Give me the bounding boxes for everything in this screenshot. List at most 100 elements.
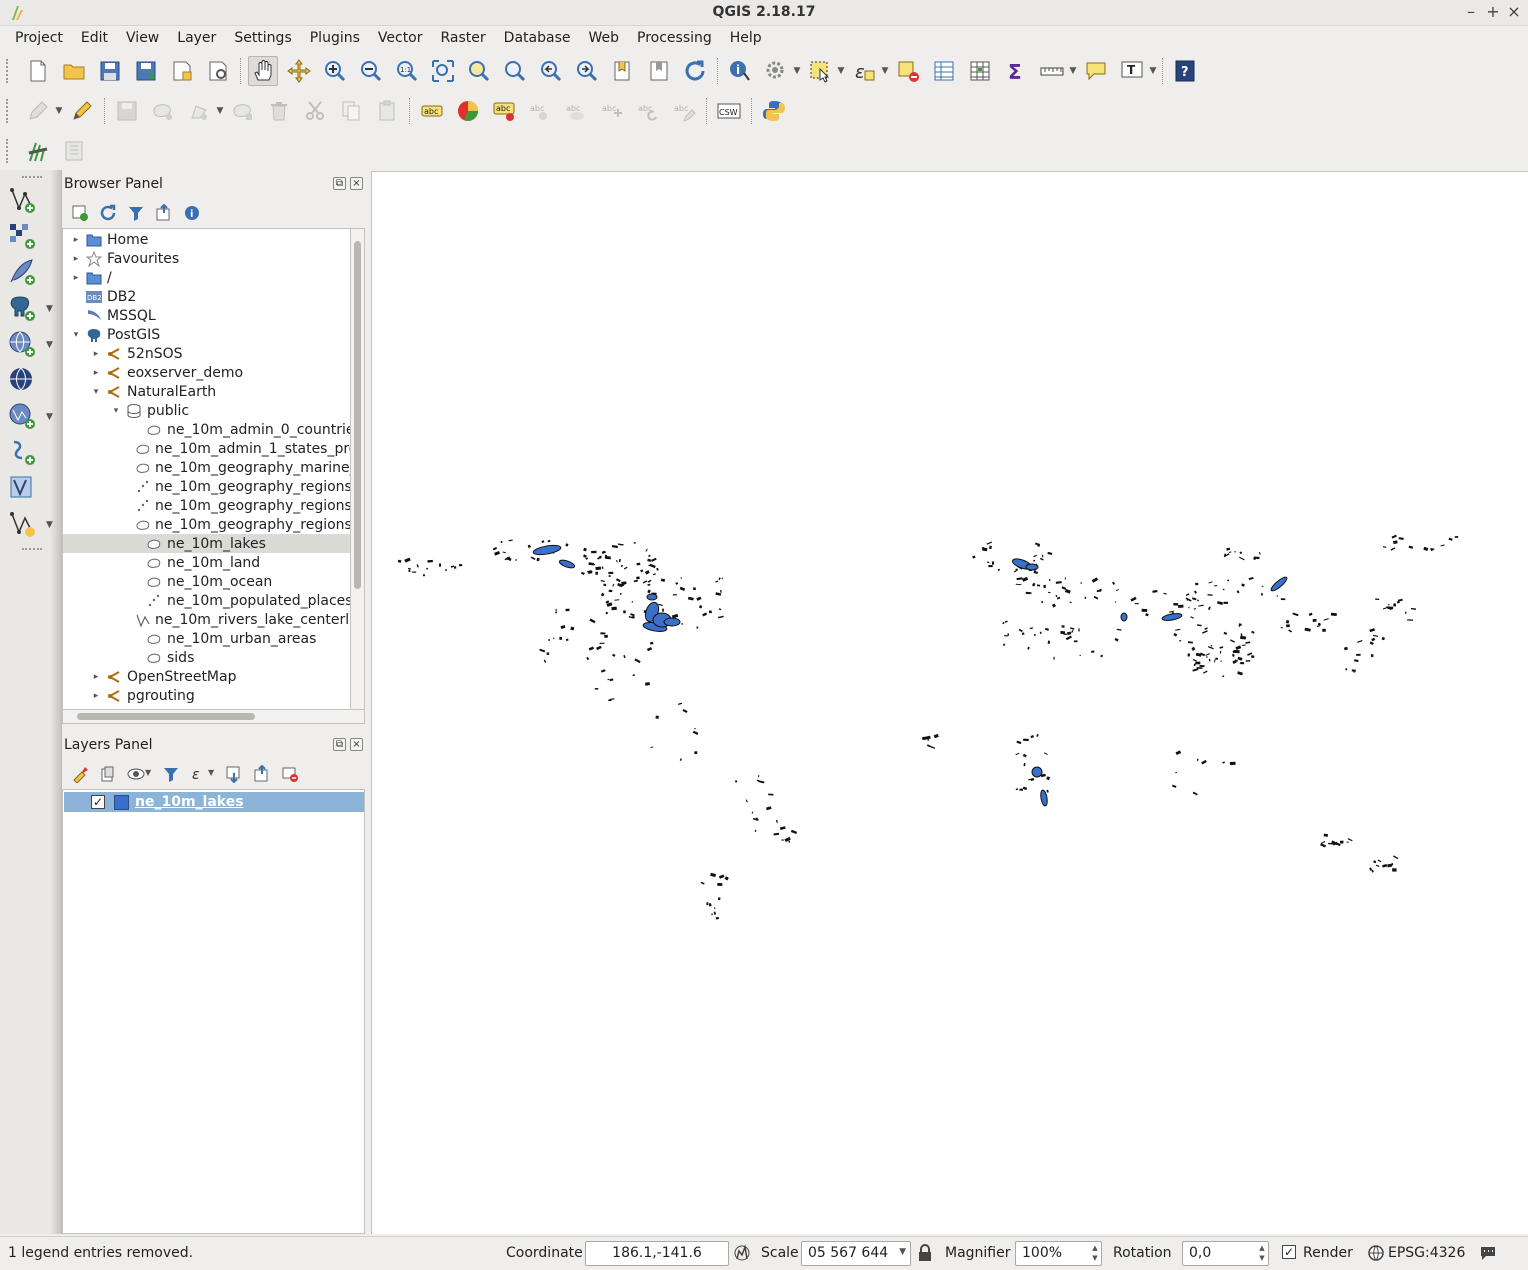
current-edits-icon[interactable] (23, 96, 53, 126)
tree-item[interactable]: ne_10m_urban_areas (63, 629, 350, 648)
layers-list[interactable]: ✓ ne_10m_lakes (62, 789, 365, 1234)
layer-name[interactable]: ne_10m_lakes (135, 794, 244, 810)
tree-item[interactable]: ne_10m_populated_places (63, 591, 350, 610)
map-tips-icon[interactable] (1081, 56, 1111, 86)
zoom-native-icon[interactable]: 1:1 (392, 56, 422, 86)
show-hide-labels-icon[interactable]: abc (525, 96, 555, 126)
add-wcs-layer-icon[interactable] (0, 362, 62, 398)
add-raster-layer-icon[interactable] (0, 218, 62, 254)
chevron-down-icon[interactable]: ▼ (215, 96, 225, 126)
layer-row-ne-10m-lakes[interactable]: ✓ ne_10m_lakes (64, 792, 364, 812)
browser-horizontal-scrollbar[interactable] (62, 710, 365, 724)
deselect-icon[interactable] (893, 56, 923, 86)
select-by-expression-icon[interactable]: ε (849, 56, 879, 86)
add-wfs-layer-icon[interactable]: ▼ (0, 398, 62, 434)
menu-processing[interactable]: Processing (628, 27, 721, 51)
grass-tools-icon[interactable] (23, 136, 53, 166)
pin-labels-icon[interactable]: abc (489, 96, 519, 126)
add-vector-layer-icon[interactable] (0, 182, 62, 218)
layer-visibility-checkbox[interactable]: ✓ (91, 795, 105, 809)
tree-item[interactable]: ▾ PostGIS (63, 325, 350, 344)
add-wms-layer-icon[interactable]: ▼ (0, 326, 62, 362)
open-project-icon[interactable] (59, 56, 89, 86)
attribute-table-icon[interactable] (929, 56, 959, 86)
tree-item[interactable]: ne_10m_ocean (63, 572, 350, 591)
manage-visibility-icon[interactable]: ▼ (125, 763, 151, 785)
help-icon[interactable]: ? (1170, 56, 1200, 86)
action-icon[interactable] (761, 56, 791, 86)
info-icon[interactable]: i (181, 202, 203, 224)
menu-plugins[interactable]: Plugins (301, 27, 369, 51)
identify-icon[interactable]: i (725, 56, 755, 86)
zoom-last-icon[interactable] (536, 56, 566, 86)
zoom-to-selection-icon[interactable] (464, 56, 494, 86)
save-as-icon[interactable] (131, 56, 161, 86)
chevron-down-icon[interactable]: ▼ (54, 96, 64, 126)
tree-item[interactable]: ne_10m_geography_regions_polys (63, 515, 350, 534)
filter-icon[interactable] (125, 202, 147, 224)
tree-item[interactable]: ne_10m_rivers_lake_centerlines (63, 610, 350, 629)
expand-arrow-icon[interactable]: ▸ (91, 349, 101, 359)
menu-view[interactable]: View (117, 27, 168, 51)
coordinate-field[interactable]: 186.1,-141.6 (585, 1241, 729, 1266)
new-shapefile-layer-icon[interactable]: ▼ (0, 506, 62, 542)
tree-item[interactable]: ▸ OpenStreetMap (63, 667, 350, 686)
save-edits-icon[interactable] (112, 96, 142, 126)
add-delimited-text-layer-icon[interactable] (0, 434, 62, 470)
remove-layer-icon[interactable] (279, 763, 301, 785)
text-annotation-icon[interactable]: T (1117, 56, 1147, 86)
collapse-all-icon[interactable] (153, 202, 175, 224)
tree-item[interactable]: MSSQL (63, 306, 350, 325)
show-bookmarks-icon[interactable] (644, 56, 674, 86)
scrollbar-thumb[interactable] (354, 241, 361, 589)
refresh-icon[interactable] (680, 56, 710, 86)
expand-arrow-icon[interactable]: ▸ (91, 672, 101, 682)
messages-icon[interactable] (1479, 1245, 1497, 1261)
chevron-down-icon[interactable]: ▼ (899, 1247, 906, 1257)
toggle-extents-icon[interactable] (733, 1244, 751, 1262)
paste-features-icon[interactable] (372, 96, 402, 126)
menu-database[interactable]: Database (495, 27, 580, 51)
collapse-arrow-icon[interactable]: ▾ (111, 406, 121, 416)
rotate-label-icon[interactable]: abc (633, 96, 663, 126)
tree-item[interactable]: ▸ pgrouting (63, 686, 350, 705)
python-console-icon[interactable] (759, 96, 789, 126)
tree-item[interactable]: ▾ public (63, 401, 350, 420)
magnifier-field[interactable]: 100% ▲ ▼ (1015, 1241, 1102, 1266)
magnifier-spinner[interactable]: ▲ ▼ (1090, 1243, 1100, 1264)
collapse-arrow-icon[interactable]: ▾ (71, 330, 81, 340)
select-features-icon[interactable] (805, 56, 835, 86)
expand-arrow-icon[interactable]: ▸ (91, 368, 101, 378)
tree-item[interactable]: ne_10m_geography_regions_points (63, 496, 350, 515)
cut-features-icon[interactable] (300, 96, 330, 126)
menu-layer[interactable]: Layer (168, 27, 225, 51)
chevron-down-icon[interactable]: ▼ (880, 56, 890, 86)
zoom-full-icon[interactable] (428, 56, 458, 86)
grass-mapset-icon[interactable] (59, 136, 89, 166)
add-layers-icon[interactable] (69, 202, 91, 224)
new-bookmark-icon[interactable] (608, 56, 638, 86)
collapse-arrow-icon[interactable]: ▾ (91, 387, 101, 397)
crs-label[interactable]: EPSG:4326 (1388, 1245, 1465, 1261)
toggle-editing-icon[interactable] (67, 96, 97, 126)
rotation-spinner[interactable]: ▲ ▼ (1257, 1243, 1267, 1264)
highlight-pinned-labels-icon[interactable]: abc (561, 96, 591, 126)
pan-icon[interactable] (248, 56, 278, 86)
field-calculator-icon[interactable] (965, 56, 995, 86)
lock-icon[interactable] (917, 1244, 933, 1262)
tree-item[interactable]: sids (63, 648, 350, 667)
chevron-down-icon[interactable]: ▼ (46, 520, 53, 530)
maximize-button[interactable]: + (1484, 2, 1502, 22)
tree-item[interactable]: ne_10m_admin_0_countries (63, 420, 350, 439)
delete-selected-icon[interactable] (264, 96, 294, 126)
menu-raster[interactable]: Raster (432, 27, 495, 51)
tree-item[interactable]: ▸ / (63, 268, 350, 287)
expand-arrow-icon[interactable]: ▸ (71, 254, 81, 264)
chevron-down-icon[interactable]: ▼ (792, 56, 802, 86)
tree-item[interactable]: ▸ Favourites (63, 249, 350, 268)
chevron-down-icon[interactable]: ▼ (1148, 56, 1158, 86)
menu-edit[interactable]: Edit (72, 27, 117, 51)
scrollbar-thumb[interactable] (77, 713, 255, 720)
tree-item[interactable]: ne_10m_lakes (63, 534, 350, 553)
node-tool-icon[interactable] (228, 96, 258, 126)
